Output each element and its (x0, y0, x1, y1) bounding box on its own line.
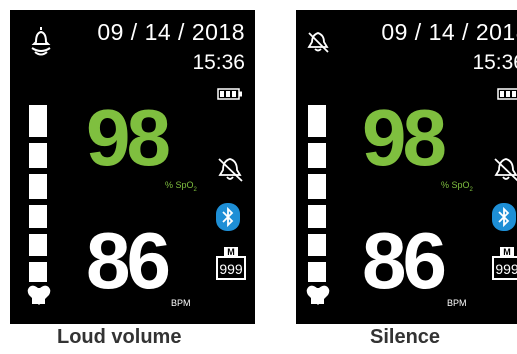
pulse-bar-segment (308, 105, 326, 137)
memory-icon: M 999 (491, 246, 517, 287)
pulse-bar-segment (29, 234, 47, 256)
pulse-rate-value: 86 (86, 216, 171, 305)
date-display: 09 / 14 / 2018 (381, 19, 517, 45)
alarm-off-icon (491, 155, 517, 188)
spo2-value: 98 (86, 93, 171, 182)
time-display: 15:36 (472, 51, 517, 74)
oximeter-screen-loud: 09 / 14 / 2018 15:36 98 % SpO2 M 999 86 … (10, 10, 255, 324)
pulse-rate-value: 86 (362, 216, 447, 305)
spo2-unit-label: % SpO2 (441, 180, 473, 193)
bluetooth-icon (215, 202, 241, 237)
battery-icon (217, 87, 243, 105)
time-display: 15:36 (192, 51, 245, 74)
alarm-off-icon (215, 155, 245, 188)
date-display: 09 / 14 / 2018 (97, 19, 245, 45)
pulse-bar-graph (308, 105, 328, 310)
memory-count: 999 (219, 261, 243, 277)
memory-badge: M (503, 247, 511, 257)
pulse-bar-segment (29, 143, 47, 168)
battery-icon (497, 87, 517, 105)
pulse-bar-segment (29, 205, 47, 228)
spo2-unit-label: % SpO2 (165, 180, 197, 193)
pulse-bar-segment (308, 205, 326, 228)
oximeter-screen-silence: 09 / 14 / 2018 15:36 98 % SpO2 (296, 10, 517, 324)
pulse-rate-unit: BPM (171, 298, 191, 308)
pulse-bar-segment (308, 234, 326, 256)
silenced-bell-icon (306, 30, 330, 59)
spo2-unit-text: % SpO (441, 180, 470, 190)
pulse-bar-graph (29, 105, 49, 310)
loud-volume-bell-icon (28, 24, 54, 63)
bluetooth-icon (491, 202, 517, 237)
pulse-bar-segment (308, 262, 326, 282)
pulse-bar-segment (308, 174, 326, 199)
memory-count: 999 (495, 261, 517, 277)
spo2-value: 98 (362, 93, 447, 182)
memory-icon: M 999 (215, 246, 247, 287)
pulse-bar-segment (308, 143, 326, 168)
heart-icon (27, 284, 51, 311)
spo2-unit-subscript: 2 (469, 186, 473, 193)
caption-silence: Silence (370, 326, 441, 348)
spo2-unit-text: % SpO (165, 180, 194, 190)
memory-badge: M (227, 247, 235, 257)
spo2-unit-subscript: 2 (193, 186, 197, 193)
heart-icon (306, 284, 330, 311)
pulse-bar-segment (29, 105, 47, 137)
pulse-bar-segment (29, 262, 47, 282)
pulse-bar-segment (29, 174, 47, 199)
pulse-rate-unit: BPM (447, 298, 467, 308)
caption-loud-volume: Loud volume (57, 326, 182, 348)
